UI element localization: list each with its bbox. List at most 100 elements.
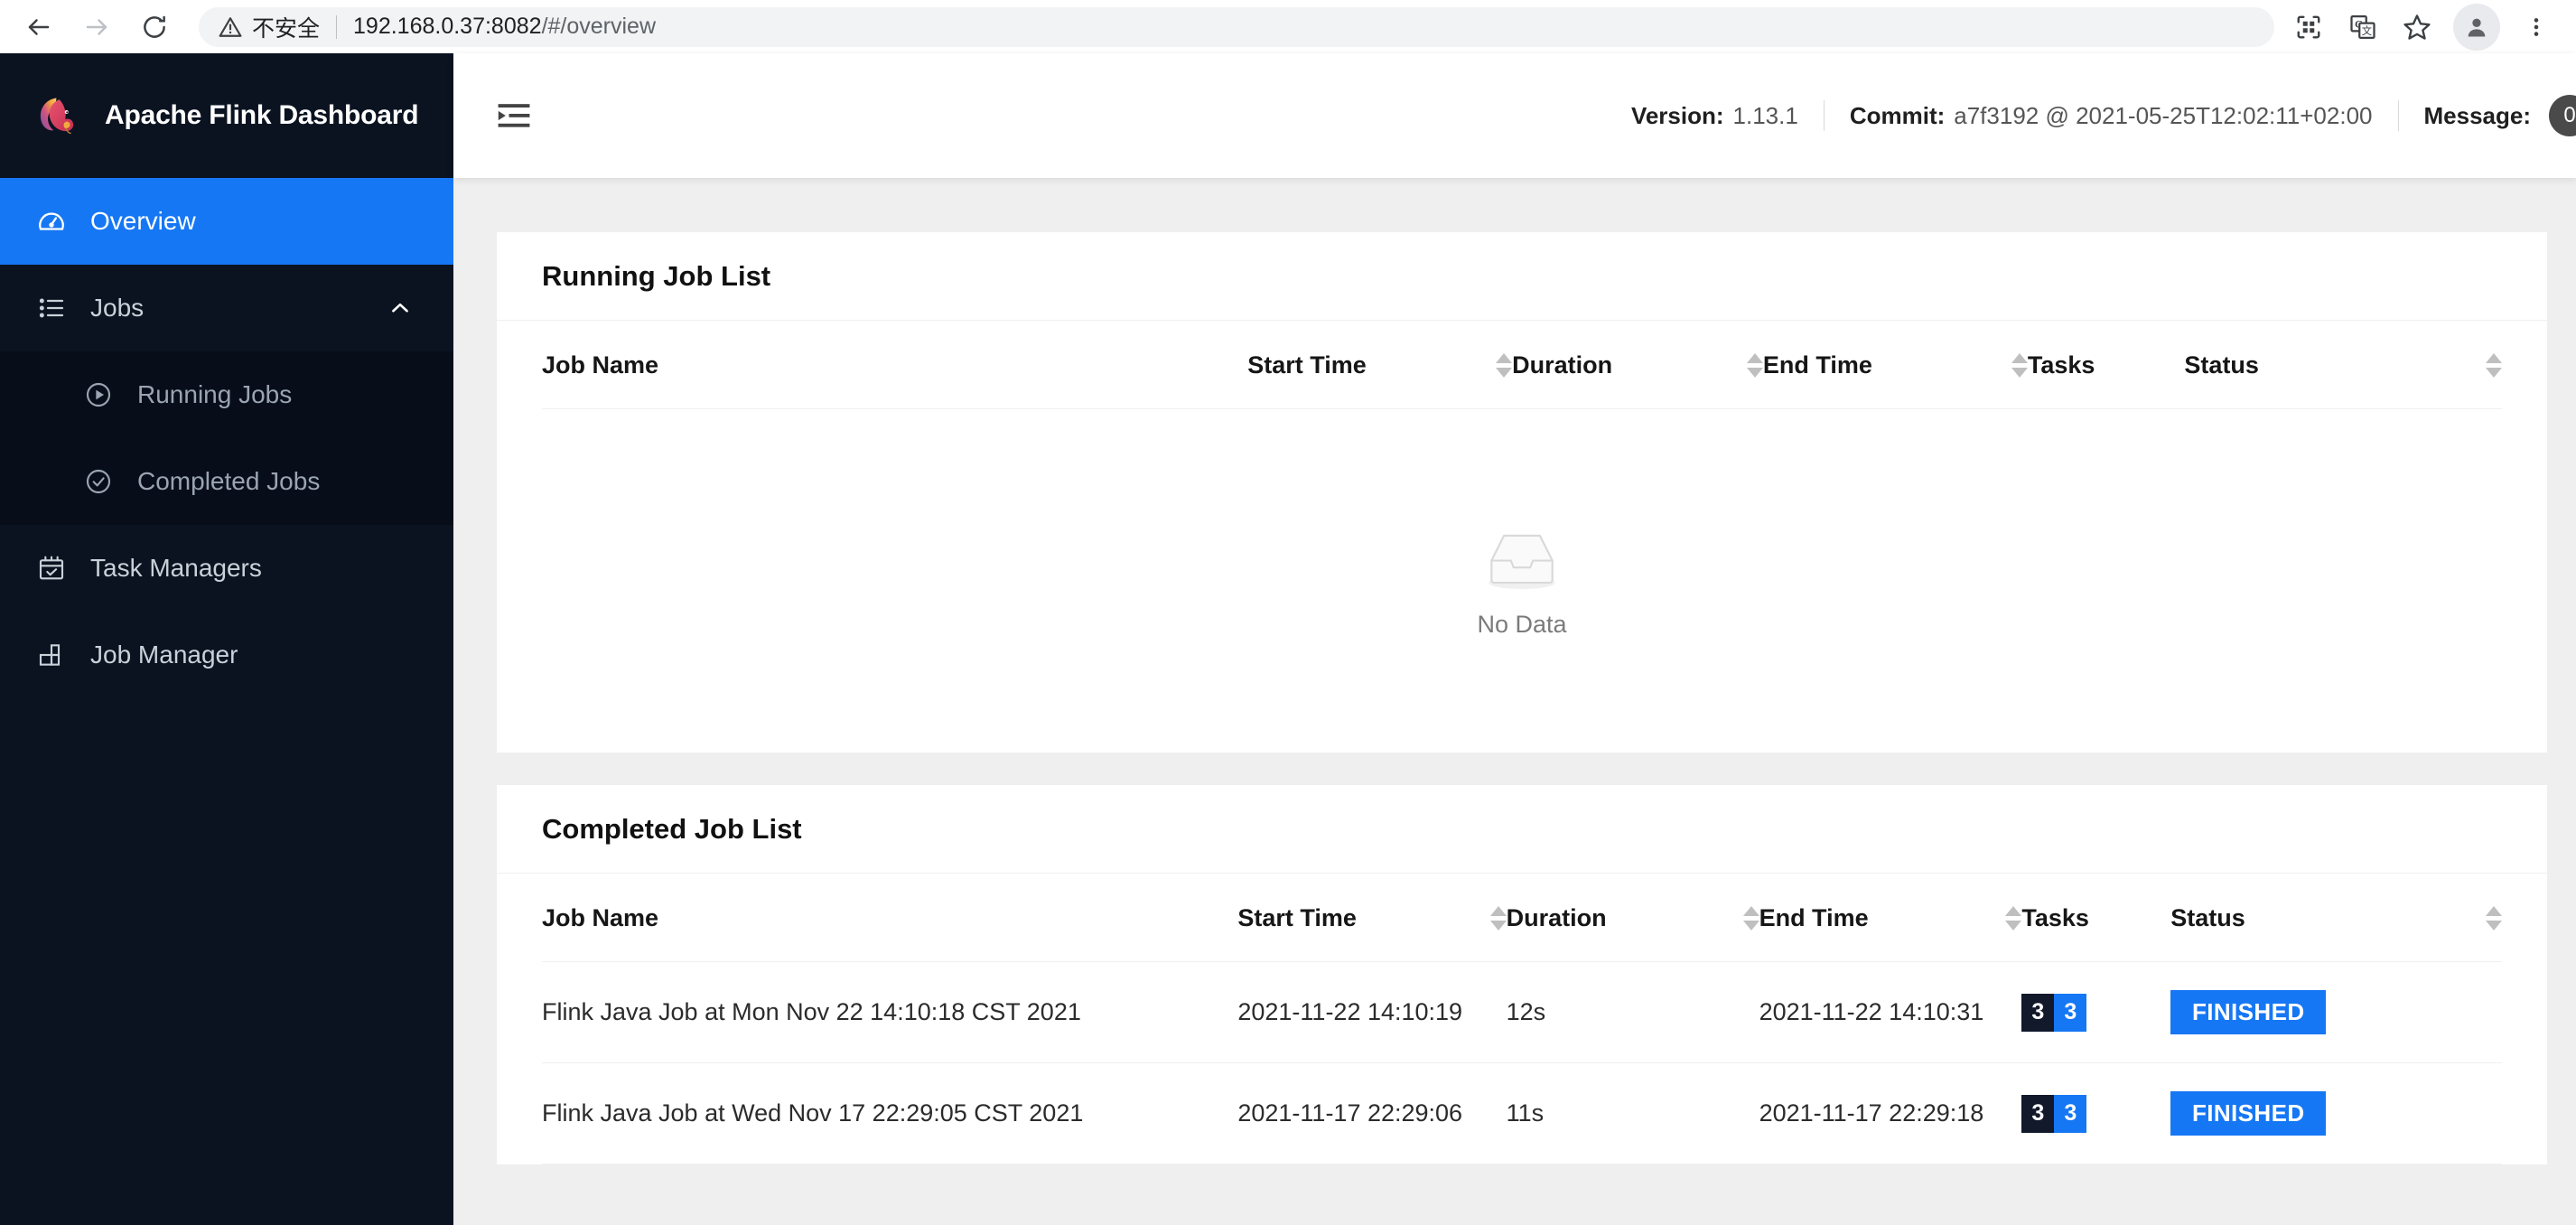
security-label: 不安全 xyxy=(252,14,321,42)
sort-toggle-end-time[interactable] xyxy=(1987,906,2022,930)
dashboard-gauge-icon xyxy=(34,204,69,238)
person-icon xyxy=(2468,18,2486,36)
security-indicator[interactable]: 不安全 xyxy=(219,11,320,43)
completed-jobs-table: Job Name Start Time Duration End Time Ta… xyxy=(542,874,2502,1164)
sort-toggle-end-time[interactable] xyxy=(1993,353,2028,378)
sort-toggle-duration[interactable] xyxy=(1729,353,1763,378)
task-badge-finished: 3 xyxy=(2054,1094,2087,1133)
address-bar[interactable]: 不安全 192.168.0.37:8082/#/overview xyxy=(199,6,2274,47)
column-label: Duration xyxy=(1506,904,1607,931)
completed-job-list-header: Completed Job List xyxy=(497,785,2547,874)
sort-toggle-start-time[interactable] xyxy=(1478,353,1513,378)
sidebar-item-task-managers[interactable]: Task Managers xyxy=(0,525,453,612)
sidebar-item-label: Task Managers xyxy=(90,554,262,582)
check-circle-icon xyxy=(81,464,116,499)
apps-grid-icon[interactable] xyxy=(2283,2,2334,52)
brand-title: Apache Flink Dashboard xyxy=(105,100,419,130)
status-badge: FINISHED xyxy=(2170,990,2327,1034)
browser-chrome: 不安全 192.168.0.37:8082/#/overview G xyxy=(0,0,2576,53)
sidebar-item-label: Completed Jobs xyxy=(137,467,321,495)
table-row[interactable]: Flink Java Job at Mon Nov 22 14:10:18 CS… xyxy=(542,961,2502,1063)
sidebar-item-completed-jobs[interactable]: Completed Jobs xyxy=(0,438,453,525)
sidebar-item-running-jobs[interactable]: Running Jobs xyxy=(0,351,453,438)
column-label: Status xyxy=(2184,351,2259,379)
column-label: End Time xyxy=(1759,904,1869,931)
column-header-end-time[interactable]: End Time xyxy=(1762,321,2028,409)
sidebar: Apache Flink Dashboard Overview Jobs Run… xyxy=(0,53,453,1225)
column-label: Duration xyxy=(1512,351,1613,379)
cell-job-name[interactable]: Flink Java Job at Mon Nov 22 14:10:18 CS… xyxy=(542,961,1238,1063)
running-job-list-body: Job Name Start Time Duration End Time Ta… xyxy=(497,321,2547,753)
reload-icon xyxy=(144,15,165,38)
chevron-up-icon[interactable] xyxy=(388,296,412,320)
sidebar-item-job-manager[interactable]: Job Manager xyxy=(0,612,453,698)
svg-text:文: 文 xyxy=(2362,24,2372,37)
cell-job-name[interactable]: Flink Java Job at Wed Nov 17 22:29:05 CS… xyxy=(542,1062,1238,1164)
cell-status: FINISHED xyxy=(2170,961,2502,1063)
column-header-tasks[interactable]: Tasks xyxy=(2021,874,2171,962)
cell-start-time: 2021-11-22 14:10:19 xyxy=(1237,961,1507,1063)
kebab-menu-icon[interactable] xyxy=(2511,2,2562,52)
column-label: Start Time xyxy=(1237,904,1357,931)
sidebar-item-label: Running Jobs xyxy=(137,380,293,408)
column-label: Status xyxy=(2170,904,2245,931)
running-job-list-header: Running Job List xyxy=(497,232,2547,321)
column-header-end-time[interactable]: End Time xyxy=(1759,874,2022,962)
sort-toggle-status[interactable] xyxy=(2468,906,2502,930)
completed-job-list-title: Completed Job List xyxy=(542,812,802,845)
calendar-check-icon xyxy=(34,551,69,585)
column-label: Tasks xyxy=(2021,904,2089,931)
sidebar-item-overview[interactable]: Overview xyxy=(0,178,453,265)
running-jobs-table: Job Name Start Time Duration End Time Ta… xyxy=(542,321,2502,753)
brand-header[interactable]: Apache Flink Dashboard xyxy=(0,53,453,178)
column-label: Job Name xyxy=(542,351,659,379)
task-badge-group: 3 3 xyxy=(2021,1094,2087,1133)
url-text: 192.168.0.37:8082/#/overview xyxy=(353,14,656,40)
translate-icon[interactable]: G 文 xyxy=(2338,2,2388,52)
running-job-list-card: Running Job List Job Name Start Time Dur… xyxy=(497,232,2547,753)
omnibox-divider xyxy=(336,14,338,39)
column-header-duration[interactable]: Duration xyxy=(1506,874,1759,962)
column-label: End Time xyxy=(1762,351,1872,379)
sort-toggle-duration[interactable] xyxy=(1725,906,1759,930)
column-header-job-name[interactable]: Job Name xyxy=(542,321,1248,409)
table-row[interactable]: Flink Java Job at Wed Nov 17 22:29:05 CS… xyxy=(542,1062,2502,1164)
column-header-start-time[interactable]: Start Time xyxy=(1247,321,1513,409)
empty-state: No Data xyxy=(542,409,2502,753)
warning-triangle-icon xyxy=(219,16,242,37)
url-path: /#/overview xyxy=(541,14,657,39)
cell-start-time: 2021-11-17 22:29:06 xyxy=(1237,1062,1507,1164)
flink-dashboard-app: Apache Flink Dashboard Overview Jobs Run… xyxy=(0,53,2576,1225)
menu-fold-icon[interactable] xyxy=(490,91,538,140)
empty-inbox-icon xyxy=(1489,534,1555,589)
commit-label: Commit: xyxy=(1849,101,1946,129)
profile-avatar[interactable] xyxy=(2453,3,2500,51)
sort-toggle-status[interactable] xyxy=(2468,353,2502,378)
sort-toggle-start-time[interactable] xyxy=(1472,906,1507,930)
forward-button[interactable] xyxy=(70,1,123,53)
meta-divider-1 xyxy=(1823,100,1825,131)
sidebar-item-label: Job Manager xyxy=(90,641,238,669)
message-count-badge[interactable]: 0 xyxy=(2549,95,2576,136)
column-header-status[interactable]: Status xyxy=(2184,321,2502,409)
sidebar-item-jobs[interactable]: Jobs xyxy=(0,265,453,351)
column-header-tasks[interactable]: Tasks xyxy=(2027,321,2185,409)
column-header-status[interactable]: Status xyxy=(2170,874,2502,962)
cell-tasks: 3 3 xyxy=(2021,1062,2171,1164)
url-host: 192.168.0.37:8082 xyxy=(353,14,542,39)
sidebar-item-label: Jobs xyxy=(90,294,145,322)
column-label: Start Time xyxy=(1247,351,1367,379)
bookmark-star-icon[interactable] xyxy=(2392,2,2442,52)
blocks-icon xyxy=(34,638,69,672)
reload-button[interactable] xyxy=(128,1,181,53)
topbar: Version: 1.13.1 Commit: a7f3192 @ 2021-0… xyxy=(453,53,2576,178)
column-header-start-time[interactable]: Start Time xyxy=(1237,874,1507,962)
column-header-duration[interactable]: Duration xyxy=(1512,321,1763,409)
back-button[interactable] xyxy=(13,1,65,53)
task-badge-finished: 3 xyxy=(2054,993,2087,1032)
column-label: Job Name xyxy=(542,904,659,931)
status-badge: FINISHED xyxy=(2170,1091,2327,1136)
sidebar-submenu-jobs: Running Jobs Completed Jobs xyxy=(0,351,453,525)
column-header-job-name[interactable]: Job Name xyxy=(542,874,1238,962)
cell-duration: 11s xyxy=(1506,1062,1759,1164)
